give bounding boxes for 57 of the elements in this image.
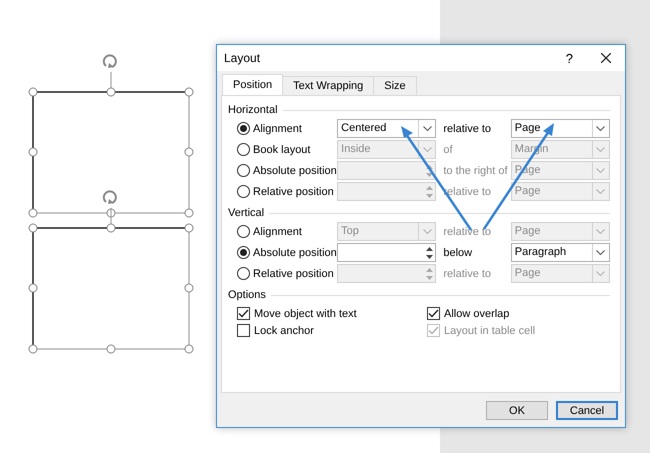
radio-label: Absolute position <box>253 246 337 258</box>
spin-arrows-icon <box>426 266 433 280</box>
chevron-down-icon <box>422 147 432 152</box>
spin-field[interactable] <box>337 243 436 262</box>
ok-button[interactable]: OK <box>486 401 548 420</box>
spin-arrows-icon <box>426 246 433 260</box>
chevron-down-icon <box>422 229 432 234</box>
radio-label: Alignment <box>253 122 302 134</box>
radio-button[interactable] <box>237 246 250 259</box>
radio-button[interactable] <box>237 267 250 280</box>
checkbox-label: Lock anchor <box>254 324 314 336</box>
checkbox[interactable] <box>237 324 250 337</box>
relation-label: relative to <box>442 268 492 280</box>
chevron-down-icon <box>596 189 606 194</box>
radio-label: Alignment <box>253 226 302 238</box>
radio-button[interactable] <box>237 164 250 177</box>
radio-button[interactable] <box>237 122 250 135</box>
checkbox[interactable] <box>237 307 250 320</box>
checkbox-label: Allow overlap <box>444 308 510 320</box>
cancel-button[interactable]: Cancel <box>556 401 618 420</box>
radio-button[interactable] <box>237 185 250 198</box>
chevron-down-icon <box>596 147 606 152</box>
tab[interactable]: Position <box>222 74 284 95</box>
section-heading: Vertical <box>228 207 264 219</box>
relation-label: below <box>442 246 474 258</box>
relation-label: of <box>442 144 454 156</box>
spin-arrows-icon <box>426 184 433 198</box>
close-icon[interactable] <box>601 53 611 63</box>
chevron-down-icon <box>422 126 432 131</box>
chevron-down-icon <box>596 126 606 131</box>
checkbox-label: Move object with text <box>254 308 357 320</box>
selected-shape-drawing[interactable] <box>28 54 194 218</box>
chevron-down-icon <box>596 229 606 234</box>
radio-label: Relative position <box>253 186 334 198</box>
radio-button[interactable] <box>237 143 250 156</box>
dropdown[interactable]: Centered <box>337 119 436 138</box>
checkbox-label: Layout in table cell <box>444 324 536 336</box>
relation-label: to the right of <box>442 164 509 176</box>
section-heading: Options <box>228 289 266 301</box>
radio-label: Book layout <box>253 144 310 156</box>
section-heading: Horizontal <box>228 104 278 116</box>
tab[interactable]: Size <box>373 76 417 95</box>
selected-shape-drawing[interactable] <box>28 190 194 354</box>
dropdown[interactable]: Paragraph <box>510 243 610 262</box>
radio-button[interactable] <box>237 225 250 238</box>
chevron-down-icon <box>596 271 606 276</box>
relation-label: relative to <box>442 226 492 238</box>
checkbox[interactable] <box>427 307 440 320</box>
radio-label: Absolute position <box>253 164 337 176</box>
dropdown[interactable]: Page <box>510 119 610 138</box>
spin-arrows-icon <box>426 164 433 178</box>
window-title: Layout <box>224 51 262 65</box>
chevron-down-icon <box>596 250 606 255</box>
relation-label: relative to <box>442 122 492 134</box>
help-button[interactable]: ? <box>566 50 573 66</box>
chevron-down-icon <box>596 168 606 173</box>
radio-label: Relative position <box>253 268 334 280</box>
